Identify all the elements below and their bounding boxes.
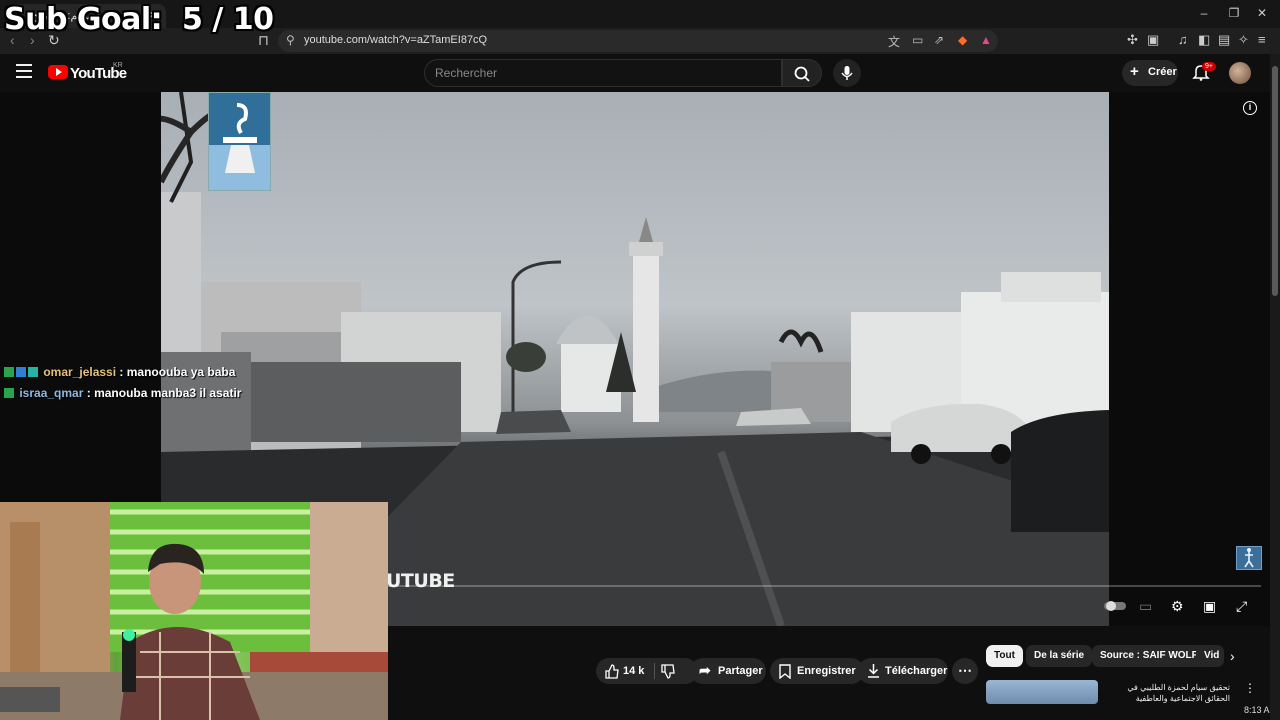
theater-mode-icon[interactable]: ▣ bbox=[1203, 598, 1216, 615]
hamburger-menu-icon[interactable] bbox=[16, 64, 32, 78]
create-label: Créer bbox=[1148, 66, 1177, 78]
restore-icon[interactable]: ❐ bbox=[1224, 6, 1244, 20]
chat-text: : manoouba ya baba bbox=[119, 365, 236, 379]
autoplay-toggle-icon bbox=[1104, 601, 1126, 611]
brave-shield-icon[interactable]: ◆ bbox=[958, 33, 967, 47]
download-label: Télécharger bbox=[885, 665, 948, 677]
share-button[interactable]: ➦ Partager bbox=[690, 658, 766, 684]
sidebar-icon[interactable]: ▣ bbox=[1147, 32, 1159, 48]
channel-logo-icon bbox=[209, 93, 270, 190]
share-label: Partager bbox=[718, 665, 763, 677]
rewards-icon[interactable]: ▲ bbox=[980, 33, 992, 47]
figure-icon bbox=[1244, 548, 1254, 568]
plus-icon: + bbox=[1130, 63, 1139, 80]
search-input[interactable] bbox=[435, 66, 765, 80]
search-button[interactable] bbox=[782, 59, 822, 87]
address-bar[interactable]: ⚲ youtube.com/watch?v=aZTamEI87cQ 文 ▭ ⇗ … bbox=[278, 30, 998, 52]
url-text: youtube.com/watch?v=aZTamEI87cQ bbox=[304, 34, 488, 46]
more-horizontal-icon: ⋯ bbox=[958, 662, 972, 678]
recommended-video-thumbnail[interactable] bbox=[986, 680, 1098, 704]
wallet-icon[interactable]: ▤ bbox=[1218, 32, 1230, 48]
download-button[interactable]: Télécharger bbox=[858, 658, 948, 684]
webcam-image bbox=[0, 502, 388, 720]
settings-gear-icon[interactable]: ⚙ bbox=[1171, 598, 1184, 615]
browser-menu-icon[interactable]: ≡ bbox=[1258, 32, 1266, 47]
pinned-character-icon bbox=[1236, 546, 1262, 570]
thumbs-up-icon bbox=[605, 664, 619, 679]
badge-icon bbox=[16, 367, 26, 377]
thumbs-down-icon bbox=[661, 664, 675, 679]
chip-series[interactable]: De la série bbox=[1026, 645, 1093, 667]
microphone-icon bbox=[841, 66, 853, 80]
info-icon[interactable]: i bbox=[1243, 101, 1257, 115]
minimize-icon[interactable]: – bbox=[1194, 6, 1214, 20]
media-icon[interactable]: ♫ bbox=[1178, 32, 1188, 47]
chat-text: : manouba manba3 il asatir bbox=[86, 386, 242, 400]
chip-all[interactable]: Tout bbox=[986, 645, 1023, 667]
recommended-video-title[interactable]: تحقيق سيام لحمزة الطليبي في الحقائق الاج… bbox=[1104, 682, 1230, 704]
window-close-icon[interactable]: ✕ bbox=[1252, 6, 1272, 20]
country-code: KR bbox=[113, 62, 123, 69]
divider bbox=[654, 663, 655, 679]
chevron-right-icon[interactable]: › bbox=[1230, 648, 1235, 664]
cast-icon[interactable]: ▭ bbox=[912, 33, 923, 47]
chat-username: israa_qmar bbox=[19, 386, 84, 400]
like-count: 14 k bbox=[623, 665, 645, 677]
search-box[interactable] bbox=[424, 59, 782, 87]
split-view-icon[interactable]: ◧ bbox=[1198, 32, 1210, 48]
download-icon bbox=[868, 664, 879, 678]
subtitles-icon[interactable]: ▭ bbox=[1139, 598, 1152, 615]
scrollbar-thumb[interactable] bbox=[1272, 66, 1278, 296]
video-overlay-text: UTUBE bbox=[386, 570, 455, 592]
extensions-icon[interactable]: ✣ bbox=[1127, 32, 1138, 48]
leo-ai-icon[interactable]: ✧ bbox=[1238, 32, 1249, 48]
like-dislike-group: 14 k bbox=[596, 658, 698, 684]
share-icon: ➦ bbox=[699, 662, 711, 678]
create-button[interactable]: + Créer bbox=[1122, 60, 1178, 86]
page-scrollbar[interactable] bbox=[1270, 54, 1280, 720]
badge-icon bbox=[4, 388, 14, 398]
more-actions-button[interactable]: ⋯ bbox=[952, 658, 978, 684]
webcam-overlay bbox=[0, 502, 388, 720]
chip-videos[interactable]: Vid bbox=[1196, 645, 1224, 667]
fullscreen-icon[interactable]: ⤢ bbox=[1236, 598, 1247, 615]
translate-icon[interactable]: 文 bbox=[888, 33, 900, 50]
badge-icon bbox=[4, 367, 14, 377]
voice-search-button[interactable] bbox=[833, 59, 861, 87]
chip-source[interactable]: Source : SAIF WOLF bbox=[1092, 645, 1206, 667]
bookmark-save-icon bbox=[779, 664, 791, 679]
channel-watermark[interactable] bbox=[208, 92, 271, 191]
account-avatar[interactable] bbox=[1229, 62, 1251, 84]
search-icon bbox=[794, 66, 810, 82]
chat-message: israa_qmar : manouba manba3 il asatir bbox=[4, 386, 241, 400]
autoplay-toggle[interactable] bbox=[1104, 600, 1126, 612]
share-page-icon[interactable]: ⇗ bbox=[934, 33, 944, 47]
chat-message: omar_jelassi : manoouba ya baba bbox=[4, 365, 235, 379]
save-button[interactable]: Enregistrer bbox=[770, 658, 864, 684]
site-info-icon[interactable]: ⚲ bbox=[286, 33, 295, 47]
notification-count-badge: 9+ bbox=[1202, 62, 1216, 71]
youtube-logo-icon[interactable] bbox=[48, 65, 68, 79]
youtube-header: YouTube KR + Créer 9+ bbox=[0, 54, 1280, 92]
chat-username: omar_jelassi bbox=[43, 365, 117, 379]
sub-goal-overlay: Sub Goal: 5 / 10 bbox=[4, 2, 274, 37]
badge-icon bbox=[28, 367, 38, 377]
save-label: Enregistrer bbox=[797, 665, 856, 677]
more-vertical-icon[interactable]: ⋮ bbox=[1244, 681, 1256, 695]
